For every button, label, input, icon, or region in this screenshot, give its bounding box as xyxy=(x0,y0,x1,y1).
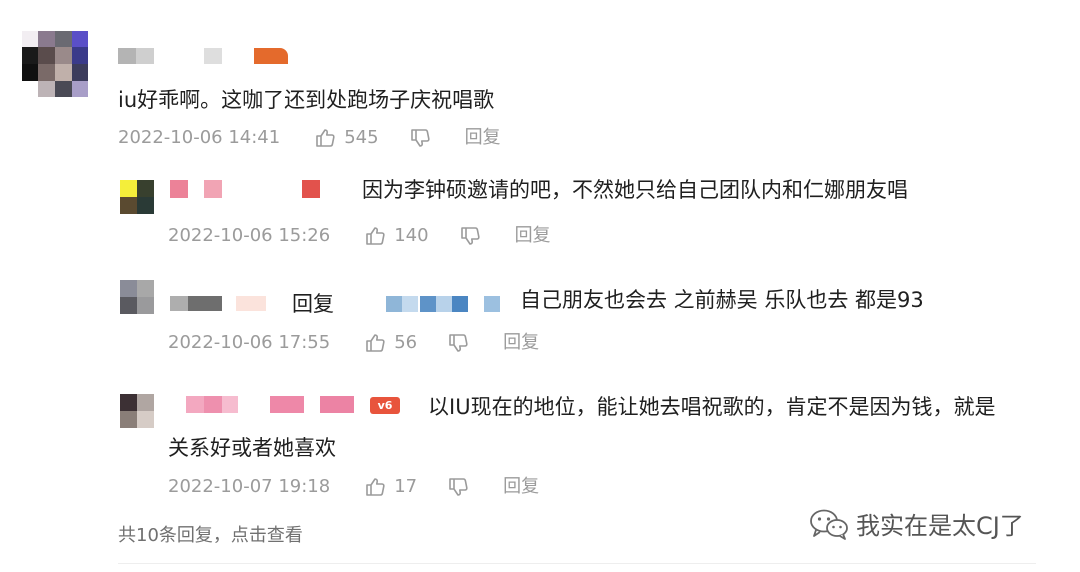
reply-reply-link[interactable]: 回复 xyxy=(503,476,539,498)
reply-reply-link[interactable]: 回复 xyxy=(503,332,539,354)
comment-username-blurred[interactable] xyxy=(118,46,290,66)
comment-like-button[interactable]: 545 xyxy=(314,127,379,149)
reply-username-blurred[interactable] xyxy=(170,180,322,198)
reply-reply-link[interactable]: 回复 xyxy=(515,225,551,247)
reply-timestamp: 2022-10-06 17:55 xyxy=(168,332,331,354)
comment-timestamp: 2022-10-06 14:41 xyxy=(118,127,281,149)
reply-like-button[interactable]: 140 xyxy=(364,225,429,247)
reply-meta: 2022-10-06 17:55 56 回复 xyxy=(168,332,539,354)
comment-meta: 2022-10-06 14:41 545 回复 xyxy=(118,127,501,149)
reply-avatar[interactable] xyxy=(120,394,154,428)
reply-dislike-button[interactable] xyxy=(447,332,477,354)
reply-meta: 2022-10-06 15:26 140 回复 xyxy=(168,225,551,247)
comment-text: iu好乖啊。这咖了还到处跑场子庆祝唱歌 xyxy=(118,88,495,112)
reply-dislike-button[interactable] xyxy=(459,225,489,247)
reply-to-keyword: 回复 xyxy=(292,292,334,316)
wechat-icon xyxy=(810,509,848,540)
level-badge: v6 xyxy=(370,397,400,414)
thumb-down-icon xyxy=(460,227,480,245)
thumb-up-icon xyxy=(366,334,385,352)
reply-meta: 2022-10-07 19:18 17 回复 xyxy=(168,476,539,498)
reply-username-blurred[interactable] xyxy=(186,396,358,414)
reply-text: 因为李钟硕邀请的吧，不然她只给自己团队内和仁娜朋友唱 xyxy=(362,178,908,202)
reply-timestamp: 2022-10-06 15:26 xyxy=(168,225,331,247)
watermark: 我实在是太CJ了 xyxy=(808,506,1024,541)
watermark-text: 我实在是太CJ了 xyxy=(856,512,1024,540)
reply-like-button[interactable]: 17 xyxy=(364,476,417,498)
thumb-up-icon xyxy=(366,227,385,245)
reply-text-line2: 关系好或者她喜欢 xyxy=(168,436,336,460)
comment-reply-link[interactable]: 回复 xyxy=(465,127,501,149)
reply-text-line1: 以IU现在的地位，能让她去唱祝歌的，肯定不是因为钱，就是 xyxy=(428,395,996,419)
view-all-replies-link[interactable]: 共10条回复，点击查看 xyxy=(118,521,303,547)
reply-like-count: 56 xyxy=(394,332,418,354)
comment-avatar[interactable] xyxy=(22,31,88,97)
reply-like-count: 17 xyxy=(394,476,418,498)
reply-like-button[interactable]: 56 xyxy=(364,332,417,354)
reply-avatar[interactable] xyxy=(120,280,154,314)
thumb-down-icon xyxy=(449,478,468,496)
reply-dislike-button[interactable] xyxy=(447,476,477,498)
reply-text: 自己朋友也会去 之前赫吴 乐队也去 都是93 xyxy=(520,288,924,312)
thumb-down-icon xyxy=(410,129,430,147)
reply-username-blurred[interactable] xyxy=(170,294,270,312)
thumb-up-icon xyxy=(316,129,335,147)
comment-like-count: 545 xyxy=(344,127,379,149)
reply-timestamp: 2022-10-07 19:18 xyxy=(168,476,331,498)
comment-dislike-button[interactable] xyxy=(409,127,439,149)
divider xyxy=(118,563,1036,564)
reply-to-username-blurred[interactable] xyxy=(386,296,506,314)
thumb-up-icon xyxy=(366,478,385,496)
thumb-down-icon xyxy=(449,334,468,352)
reply-avatar[interactable] xyxy=(120,180,154,214)
reply-like-count: 140 xyxy=(394,225,429,247)
